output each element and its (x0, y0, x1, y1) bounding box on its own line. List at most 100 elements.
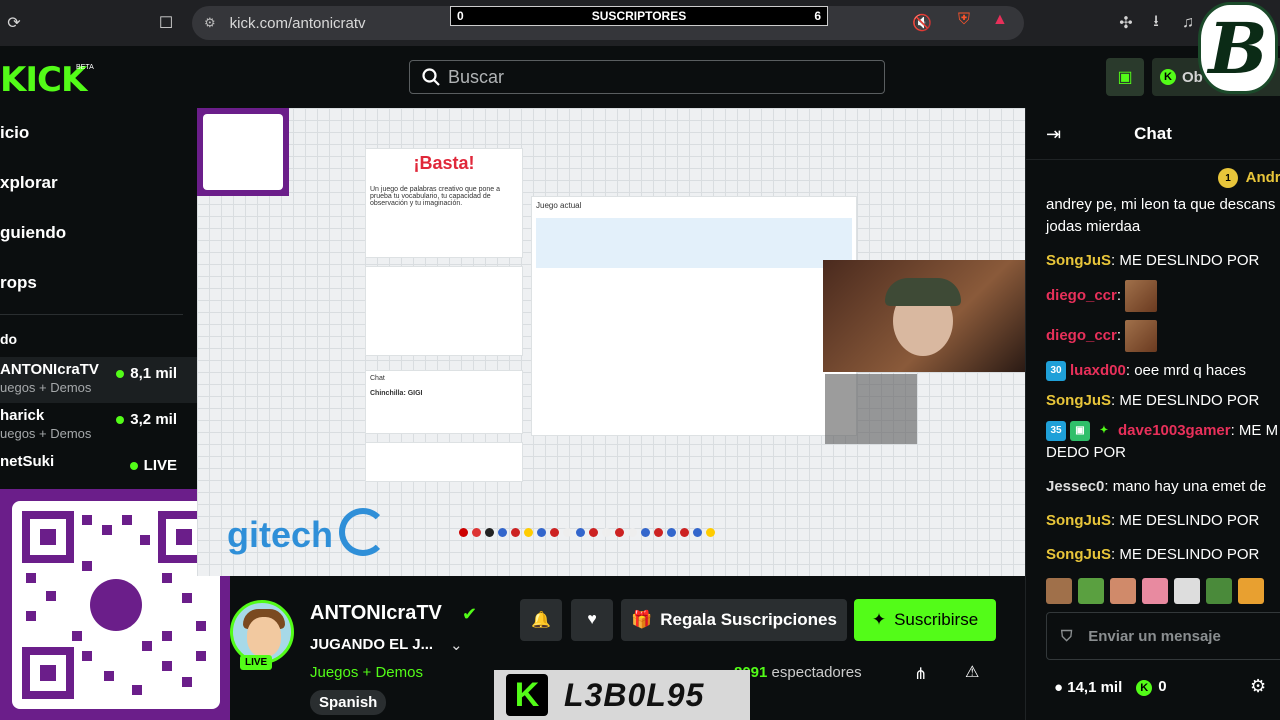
waiting-players-panel (365, 442, 523, 482)
chat-header: ⇥ Chat (1026, 108, 1280, 160)
follow-button[interactable]: ♥ (571, 599, 613, 641)
game-info-panel: ¡Basta! Un juego de palabras creativo qu… (365, 148, 523, 258)
search-icon (422, 68, 440, 86)
url-text[interactable]: kick.com/antonicratv (230, 15, 366, 32)
sidebar-item-inicio[interactable]: icio (0, 108, 197, 158)
viewer-count: 3,2 mil (130, 411, 177, 428)
message-text: DEDO POR (1046, 444, 1127, 461)
game-chat-label: Chat (370, 375, 385, 382)
chat-message-input[interactable]: ⛉ Enviar un mensaje (1046, 612, 1280, 660)
game-settings-box (536, 218, 852, 268)
video-player[interactable]: ¡Basta! Un juego de palabras creativo qu… (197, 108, 1025, 576)
report-icon[interactable]: ⚠ (965, 662, 979, 682)
chat-username[interactable]: diego_ccr (1046, 287, 1117, 304)
reload-icon[interactable]: ⟳ (0, 9, 28, 37)
sidebar-item-siguiendo[interactable]: guiendo (0, 208, 197, 258)
chat-username[interactable]: SongJuS (1046, 252, 1111, 269)
chat-message: DEDO POR (1026, 442, 1280, 468)
browser-toolbar: ⟳ ☐ ⚙ kick.com/antonicratv 🔇 ⛨ ▲ 0 SUSCR… (0, 0, 1280, 46)
message-text: oee mrd q haces (1130, 362, 1246, 379)
language-flags (459, 528, 715, 537)
chat-input-placeholder: Enviar un mensaje (1088, 627, 1221, 645)
l3b-overlay: K L3B0L95 (494, 670, 750, 720)
sidebar-channel[interactable]: ANTONIcraTV uegos + Demos 8,1 mil (0, 357, 197, 403)
kick-logo[interactable]: KICK (0, 60, 87, 100)
mute-icon[interactable]: 🔇 (912, 13, 932, 33)
chat-username[interactable]: SongJuS (1046, 512, 1111, 529)
channel-viewers: 3,2 mil (116, 411, 177, 428)
emote-icon[interactable] (1078, 578, 1104, 604)
chat-message: 35 ▣ ✦ dave1003gamer: ME M (1026, 416, 1280, 442)
chat-message: SongJuS: ME DESLINDO POR (1046, 392, 1260, 409)
gift-badge-icon: ▣ (1070, 421, 1090, 442)
chat-title: Chat (1134, 123, 1172, 143)
gift-subs-button[interactable]: 🎁 Regala Suscripciones (621, 599, 847, 641)
emote-image (1125, 280, 1158, 312)
k-coin-icon: K (1136, 680, 1153, 696)
sidebar-divider (0, 314, 183, 315)
emote-icon[interactable] (1238, 578, 1264, 604)
emote-icon[interactable] (1110, 578, 1136, 604)
emote-icon[interactable] (1046, 578, 1072, 604)
chat-message: diego_ccr: (1026, 316, 1280, 356)
brave-shield-icon[interactable]: ⛨ (958, 11, 970, 29)
chat-username[interactable]: Jessec0 (1046, 478, 1104, 495)
sidebar-item-drops[interactable]: rops (0, 258, 197, 308)
viewers-label: espectadores (771, 664, 862, 681)
subscribe-label: Suscribirse (894, 610, 979, 629)
subscribe-button[interactable]: ✦ Suscribirse (854, 599, 996, 641)
viewer-count: LIVE (143, 457, 177, 474)
sparkle-badge-icon: ✦ (1099, 425, 1109, 437)
stream-category[interactable]: Juegos + Demos (310, 664, 423, 681)
streamer-name[interactable]: ANTONIcraTV (310, 602, 442, 625)
tv-icon[interactable]: ▣ (1106, 58, 1144, 96)
overlay-tag: L3B0L95 (564, 676, 705, 713)
bookmark-icon[interactable]: ☐ (152, 9, 180, 37)
live-badge: LIVE (240, 655, 273, 670)
chat-username[interactable]: diego_ccr (1046, 327, 1117, 344)
sub-badge-icon: 35 (1046, 421, 1066, 442)
chat-message: SongJuS: ME DESLINDO POR (1046, 252, 1260, 269)
extensions-icon[interactable]: ✣ (1112, 9, 1140, 37)
chat-username[interactable]: SongJuS (1046, 546, 1111, 563)
message-text: ME M (1234, 422, 1279, 439)
beta-tag: BETA (76, 64, 94, 71)
streamer-cap (885, 278, 961, 306)
yape-qr-overlay (0, 489, 230, 720)
message-text: ME DESLINDO POR (1115, 252, 1260, 269)
gift-count[interactable]: ● 14,1 mil (1054, 679, 1122, 696)
sidebar-channel[interactable]: harick uegos + Demos 3,2 mil (0, 403, 197, 449)
k-coin-icon: K (1160, 69, 1176, 85)
subs-title: SUSCRIPTORES (591, 9, 687, 23)
emote-icon[interactable] (1142, 578, 1168, 604)
language-tag[interactable]: Spanish (310, 690, 387, 715)
qr-code-small (203, 114, 283, 190)
message-text: andrey pe, mi leon ta que descans (1046, 196, 1276, 213)
coins-count[interactable]: K0 (1136, 678, 1167, 696)
chat-username[interactable]: SongJuS (1046, 392, 1111, 409)
chat-username[interactable]: dave1003gamer (1118, 422, 1231, 439)
search-input[interactable]: Buscar (409, 60, 885, 94)
sub-badge-icon: 30 (1046, 361, 1066, 382)
message-text: mano hay una emet de (1108, 478, 1267, 495)
sparkle-icon: ✦ (871, 610, 887, 629)
bell-icon: 🔔 (531, 612, 551, 629)
stream-title: JUGANDO EL J... (310, 636, 434, 653)
shield-icon: ⛉ (1061, 627, 1073, 645)
emote-icon[interactable] (1174, 578, 1200, 604)
download-icon[interactable]: ⭳ (1142, 9, 1170, 37)
game-chat-panel: Chat Chinchilla: GIGI (365, 370, 523, 434)
coins-label: 0 (1158, 678, 1167, 695)
chevron-down-icon[interactable]: ⌄ (450, 636, 463, 654)
notification-button[interactable]: 🔔 (520, 599, 562, 641)
small-qr-overlay (197, 108, 289, 196)
search-placeholder: Buscar (448, 66, 505, 87)
chat-username[interactable]: luaxd00 (1070, 362, 1126, 379)
sidebar-item-explorar[interactable]: xplorar (0, 158, 197, 208)
pinned-user: 1 Andre (1218, 168, 1280, 188)
share-icon[interactable]: ⋔ (914, 664, 927, 684)
chat-settings-icon[interactable]: ⚙ (1250, 676, 1266, 697)
emote-icon[interactable] (1206, 578, 1232, 604)
site-info-icon[interactable]: ⚙ (204, 15, 216, 31)
brave-rewards-icon[interactable]: ▲ (992, 11, 1008, 29)
